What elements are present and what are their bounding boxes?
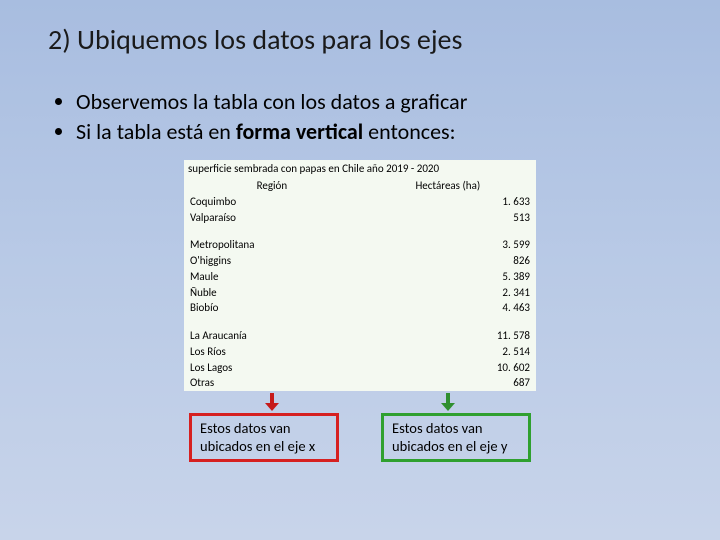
- table-cell: La Araucanía: [184, 328, 360, 344]
- table-cell: 4. 463: [360, 300, 536, 316]
- table-cell: Coquimbo: [184, 194, 360, 210]
- col-header-region: Región: [184, 178, 360, 194]
- arrow-row: [184, 393, 536, 411]
- bullet-2-post: entonces:: [363, 118, 455, 145]
- table-cell: Metropolitana: [184, 237, 360, 253]
- bullet-list: Observemos la tabla con los datos a graf…: [0, 69, 720, 154]
- data-table: superficie sembrada con papas en Chile a…: [184, 160, 536, 391]
- table-cell: 10. 602: [360, 360, 536, 376]
- table-cell: Ñuble: [184, 285, 360, 301]
- col-header-hectareas: Hectáreas (ha): [360, 178, 536, 194]
- axis-captions: Estos datos van ubicados en el eje x Est…: [170, 413, 550, 462]
- caption-x-axis: Estos datos van ubicados en el eje x: [189, 413, 339, 462]
- table-cell: 5. 389: [360, 269, 536, 285]
- table-cell: Los Lagos: [184, 360, 360, 376]
- table-cell: 3. 599: [360, 237, 536, 253]
- table-cell: Otras: [184, 375, 360, 391]
- table-cell: 11. 578: [360, 328, 536, 344]
- caption-y-axis: Estos datos van ubicados en el eje y: [381, 413, 531, 462]
- slide-title: 2) Ubiquemos los datos para los ejes: [0, 0, 720, 69]
- table-cell: 687: [360, 375, 536, 391]
- table-cell: 826: [360, 253, 536, 269]
- bullet-2-pre: Si la tabla está en: [76, 118, 236, 145]
- table-caption: superficie sembrada con papas en Chile a…: [184, 160, 536, 178]
- table-cell: 2. 514: [360, 344, 536, 360]
- table-cell: Maule: [184, 269, 360, 285]
- table-cell: Los Ríos: [184, 344, 360, 360]
- table-cell: O'higgins: [184, 253, 360, 269]
- table-cell: 513: [360, 210, 536, 226]
- table-cell: 1. 633: [360, 194, 536, 210]
- bullet-2-bold: forma vertical: [236, 118, 363, 145]
- arrow-down-red-icon: [265, 393, 279, 411]
- table-cell: 2. 341: [360, 285, 536, 301]
- table-cell: Valparaíso: [184, 210, 360, 226]
- table-cell: Biobío: [184, 300, 360, 316]
- bullet-1: Observemos la tabla con los datos a graf…: [76, 87, 672, 117]
- bullet-2: Si la tabla está en forma vertical enton…: [76, 117, 672, 147]
- arrow-down-green-icon: [441, 393, 455, 411]
